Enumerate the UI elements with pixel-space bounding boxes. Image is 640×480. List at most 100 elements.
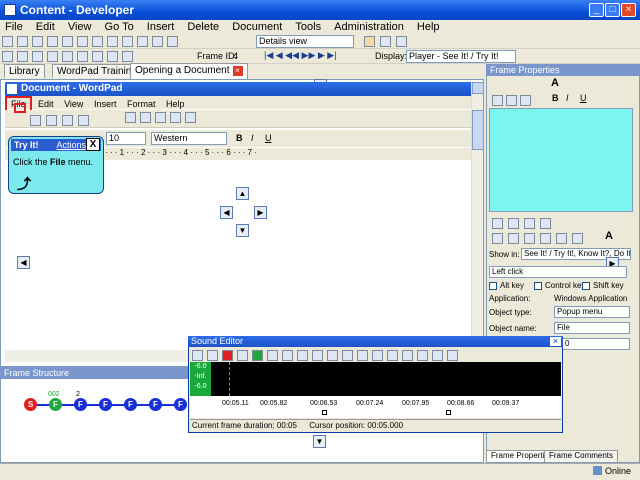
object-type-select[interactable]: Popup menu — [554, 306, 630, 318]
maximize-button[interactable]: □ — [605, 3, 620, 17]
move-right-icon[interactable]: ▶ — [254, 206, 267, 219]
menu-goto[interactable]: Go To — [100, 20, 139, 34]
sound-volume-icon[interactable] — [432, 350, 443, 361]
sound-properties-icon[interactable] — [447, 350, 458, 361]
menu-insert[interactable]: Insert — [142, 20, 180, 34]
edit-icon[interactable] — [77, 51, 88, 62]
waveform[interactable] — [190, 362, 561, 396]
minimize-button[interactable]: _ — [589, 3, 604, 17]
menu-help[interactable]: Help — [412, 20, 445, 34]
bold-button[interactable]: B — [552, 93, 559, 103]
sound-stop-icon[interactable] — [282, 350, 293, 361]
prop-tool8-icon[interactable] — [540, 233, 551, 244]
sound-close-button[interactable]: × — [550, 337, 561, 346]
prop-tool1-icon[interactable] — [492, 218, 503, 229]
layout3-icon[interactable] — [396, 36, 407, 47]
frame-icon[interactable] — [62, 51, 73, 62]
prop-tool4-icon[interactable] — [540, 218, 551, 229]
tab-library[interactable]: Library — [4, 64, 45, 78]
menu-administration[interactable]: Administration — [329, 20, 409, 34]
move-left-icon[interactable]: ◀ — [220, 206, 233, 219]
branch-icon[interactable] — [47, 51, 58, 62]
vertical-scrollbar[interactable] — [471, 82, 484, 350]
prop-tool6-icon[interactable] — [508, 233, 519, 244]
frame-node[interactable]: F — [124, 398, 137, 411]
display-select[interactable]: Player - See It! / Try It! — [406, 50, 516, 63]
frame-node[interactable]: F — [174, 398, 187, 411]
sound-pause-icon[interactable] — [267, 350, 278, 361]
find-icon[interactable] — [152, 36, 163, 47]
sound-delete-icon[interactable] — [342, 350, 353, 361]
bottom-handle-icon[interactable]: ▼ — [313, 435, 326, 448]
object-name-input[interactable]: File — [554, 322, 630, 334]
control-key-checkbox[interactable]: Control key — [534, 281, 585, 290]
prop-tool5-icon[interactable] — [492, 233, 503, 244]
help-icon[interactable] — [167, 36, 178, 47]
prop-tool7-icon[interactable] — [524, 233, 535, 244]
tab-opening-document[interactable]: Opening a Document × — [130, 63, 248, 79]
back-icon[interactable] — [122, 36, 133, 47]
sound-cut-icon[interactable] — [297, 350, 308, 361]
close-tab-icon[interactable]: × — [232, 66, 243, 76]
prop-tool3-icon[interactable] — [524, 218, 535, 229]
cut-icon[interactable] — [47, 36, 58, 47]
sound-trim-icon[interactable] — [387, 350, 398, 361]
tab-frame-comments[interactable]: Frame Comments — [544, 450, 619, 462]
menu-delete[interactable]: Delete — [182, 20, 224, 34]
prop-tool9-icon[interactable] — [556, 233, 567, 244]
action-select[interactable]: Left click — [489, 266, 627, 278]
alt-key-checkbox[interactable]: Alt key — [489, 281, 524, 290]
copy-icon[interactable] — [62, 36, 73, 47]
sound-import-icon[interactable] — [192, 350, 203, 361]
close-window-button[interactable]: × — [621, 3, 636, 17]
forward-icon[interactable] — [137, 36, 148, 47]
settings-icon[interactable] — [2, 51, 13, 62]
align-center-icon[interactable] — [506, 95, 517, 106]
redo-icon[interactable] — [107, 36, 118, 47]
shift-key-checkbox[interactable]: Shift key — [582, 281, 624, 290]
tab-wordpad-training[interactable]: WordPad Training — [52, 64, 142, 78]
prop-tool10-icon[interactable] — [572, 233, 583, 244]
sound-export-icon[interactable] — [207, 350, 218, 361]
sound-record-icon[interactable] — [222, 350, 233, 361]
tryit-close-button[interactable]: X — [86, 138, 100, 151]
sound-paste-icon[interactable] — [327, 350, 338, 361]
menu-edit[interactable]: Edit — [31, 20, 60, 34]
move-down-icon[interactable]: ▼ — [236, 224, 249, 237]
sound-play-from-icon[interactable] — [237, 350, 248, 361]
sound-zoom-icon[interactable] — [417, 350, 428, 361]
new-icon[interactable] — [2, 36, 13, 47]
preview-icon[interactable] — [122, 51, 133, 62]
actions-link[interactable]: Actions — [57, 140, 87, 150]
underline-button[interactable]: U — [580, 93, 587, 103]
select-icon[interactable] — [107, 51, 118, 62]
layout2-icon[interactable] — [380, 36, 391, 47]
text-style-icon[interactable]: A — [605, 230, 613, 242]
prop-tool2-icon[interactable] — [508, 218, 519, 229]
sound-silence-icon[interactable] — [372, 350, 383, 361]
font-color-icon[interactable]: A — [551, 77, 559, 89]
paste-icon[interactable] — [77, 36, 88, 47]
extra-select[interactable]: 0 — [562, 338, 630, 350]
menu-document[interactable]: Document — [227, 20, 287, 34]
menu-file[interactable]: File — [0, 20, 28, 34]
nav-first-icon[interactable]: |◀ ◀ ◀◀ ▶▶ ▶ ▶| — [264, 50, 337, 61]
frame-node[interactable]: F — [149, 398, 162, 411]
tryit-bubble[interactable]: Try It! Actions X Click the File menu. ⤴ — [8, 136, 104, 194]
frame-node[interactable]: F — [49, 398, 62, 411]
frame-node[interactable]: S — [24, 398, 37, 411]
sound-copy-icon[interactable] — [312, 350, 323, 361]
bubble-icon[interactable] — [32, 51, 43, 62]
record-icon[interactable] — [17, 51, 28, 62]
menu-tools[interactable]: Tools — [290, 20, 326, 34]
selection-start-handle[interactable] — [322, 410, 327, 415]
sound-crop-icon[interactable] — [402, 350, 413, 361]
align-right-icon[interactable] — [520, 95, 531, 106]
sound-play-icon[interactable] — [252, 350, 263, 361]
italic-button[interactable]: I — [566, 93, 569, 103]
align-left-icon[interactable] — [492, 95, 503, 106]
selection-end-handle[interactable] — [446, 410, 451, 415]
undo-icon[interactable] — [92, 36, 103, 47]
save-icon[interactable] — [17, 36, 28, 47]
menu-view[interactable]: View — [63, 20, 97, 34]
